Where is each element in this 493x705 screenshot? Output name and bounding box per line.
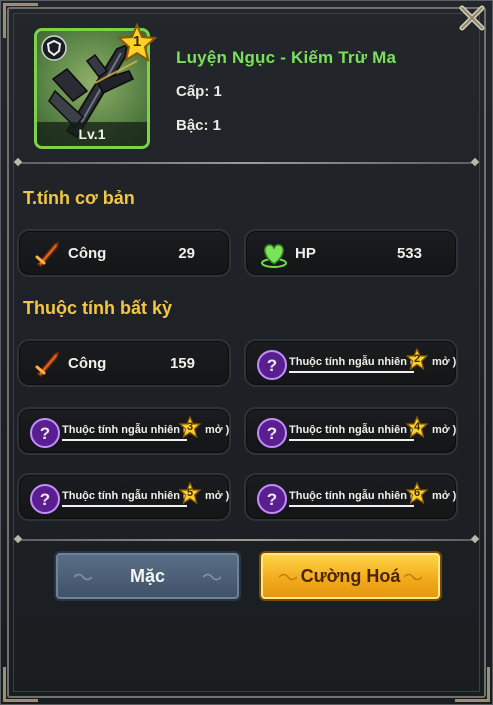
corner-ornament xyxy=(3,3,38,38)
question-icon: ? xyxy=(257,350,287,380)
locked-random-stat[interactable]: ? Thuộc tính ngẫu nhiên ( 4 mở ) xyxy=(244,407,458,455)
item-bac: Bậc: 1 xyxy=(176,117,222,134)
locked-stat-label: Thuộc tính ngẫu nhiên ( xyxy=(62,424,187,441)
item-level-label: Lv.1 xyxy=(37,122,147,146)
unlock-star: 4 xyxy=(405,415,429,439)
svg-text:?: ? xyxy=(40,424,50,443)
sword-icon xyxy=(35,351,60,377)
unlock-star-count: 2 xyxy=(413,353,421,365)
locked-stat-suffix: mở ) xyxy=(432,356,457,368)
basic-stats-title: T.tính cơ bản xyxy=(23,188,135,208)
stat-value: 533 xyxy=(396,245,422,262)
shield-type-icon xyxy=(41,35,67,61)
star-badge: 1 xyxy=(116,22,158,63)
random-stats-title: Thuộc tính bất kỳ xyxy=(23,298,173,318)
locked-stat-suffix: mở ) xyxy=(205,490,230,502)
ornament-icon xyxy=(203,573,221,581)
locked-random-stat[interactable]: ? Thuộc tính ngẫu nhiên ( 5 mở ) xyxy=(17,473,231,521)
corner-ornament xyxy=(3,667,38,702)
locked-stat-suffix: mở ) xyxy=(205,424,230,436)
svg-text:?: ? xyxy=(267,356,277,375)
random-stat-attack: Công 159 xyxy=(17,339,231,387)
stat-label: HP xyxy=(295,245,316,262)
stat-label: Công xyxy=(68,245,107,262)
svg-text:?: ? xyxy=(267,490,277,509)
locked-stat-label: Thuộc tính ngẫu nhiên ( xyxy=(289,424,414,441)
unlock-star: 2 xyxy=(405,347,429,371)
unlock-star-count: 3 xyxy=(186,421,194,433)
locked-random-stat[interactable]: ? Thuộc tính ngẫu nhiên ( 6 mở ) xyxy=(244,473,458,521)
item-detail-panel: Lv.1 1 Luyện Ngục - Kiếm Trừ Ma Cấp: 1 B… xyxy=(0,0,493,705)
divider xyxy=(17,539,476,541)
unlock-star: 5 xyxy=(178,481,202,505)
star-count: 1 xyxy=(132,33,142,50)
locked-stat-label: Thuộc tính ngẫu nhiên ( xyxy=(289,490,414,507)
basic-stat-hp: HP 533 xyxy=(244,229,458,277)
locked-stat-suffix: mở ) xyxy=(432,424,457,436)
unlock-star-count: 4 xyxy=(413,421,421,433)
divider xyxy=(17,162,476,164)
unlock-star: 3 xyxy=(178,415,202,439)
ornament-icon xyxy=(404,573,422,581)
equip-button-label: Mặc xyxy=(129,565,165,586)
locked-stat-suffix: mở ) xyxy=(432,490,457,502)
ornament-icon xyxy=(279,573,297,581)
svg-text:?: ? xyxy=(40,490,50,509)
basic-stat-attack: Công 29 xyxy=(17,229,231,277)
item-cap: Cấp: 1 xyxy=(176,83,222,100)
question-icon: ? xyxy=(257,484,287,514)
ornament-icon xyxy=(74,573,92,581)
question-icon: ? xyxy=(30,484,60,514)
item-name: Luyện Ngục - Kiếm Trừ Ma xyxy=(176,48,397,67)
stat-value: 29 xyxy=(178,245,195,262)
upgrade-button[interactable]: Cường Hoá xyxy=(259,551,442,601)
locked-random-stat[interactable]: ? Thuộc tính ngẫu nhiên ( 3 mở ) xyxy=(17,407,231,455)
stat-label: Công xyxy=(68,355,107,372)
close-button[interactable] xyxy=(452,1,492,35)
stat-value: 159 xyxy=(169,355,195,372)
unlock-star-count: 6 xyxy=(413,487,421,499)
locked-random-stat[interactable]: ? Thuộc tính ngẫu nhiên ( 2 mở ) xyxy=(244,339,458,387)
question-icon: ? xyxy=(30,418,60,448)
equip-button[interactable]: Mặc xyxy=(54,551,241,601)
unlock-star-count: 5 xyxy=(186,487,194,499)
corner-ornament xyxy=(455,667,490,702)
heart-icon xyxy=(261,244,287,268)
locked-stat-label: Thuộc tính ngẫu nhiên ( xyxy=(289,356,414,373)
locked-stat-label: Thuộc tính ngẫu nhiên ( xyxy=(62,490,187,507)
close-icon xyxy=(459,5,485,31)
question-icon: ? xyxy=(257,418,287,448)
unlock-star: 6 xyxy=(405,481,429,505)
sword-icon xyxy=(35,241,60,267)
svg-text:?: ? xyxy=(267,424,277,443)
upgrade-button-label: Cường Hoá xyxy=(300,565,401,586)
